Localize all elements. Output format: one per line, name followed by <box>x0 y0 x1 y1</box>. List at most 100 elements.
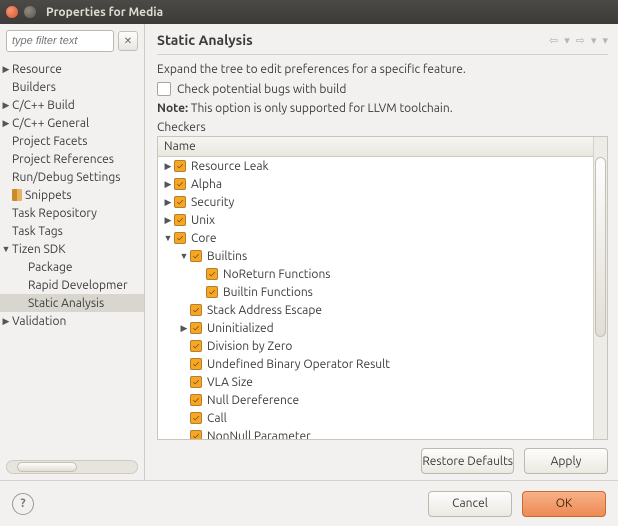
sidebar-item[interactable]: Project Facets <box>0 132 144 150</box>
sidebar-item[interactable]: Run/Debug Settings <box>0 168 144 186</box>
view-menu-icon[interactable]: ▾ <box>602 34 608 47</box>
checker-label: Undefined Binary Operator Result <box>207 358 390 371</box>
chevron-right-icon[interactable]: ▶ <box>162 179 174 190</box>
sidebar-item[interactable]: ▼Tizen SDK <box>0 240 144 258</box>
checker-checkbox[interactable]: ✓ <box>190 430 202 439</box>
checker-checkbox[interactable]: ✓ <box>174 232 186 244</box>
sidebar-item[interactable]: ▶C/C++ General <box>0 114 144 132</box>
titlebar: Properties for Media <box>0 0 618 24</box>
preference-tree[interactable]: ▶Resource Builders ▶C/C++ Build▶C/C++ Gene… <box>0 58 144 456</box>
sidebar-item-label: Builders <box>12 81 56 94</box>
minimize-icon[interactable] <box>24 6 36 18</box>
checker-checkbox[interactable]: ✓ <box>174 196 186 208</box>
chevron-right-icon[interactable]: ▶ <box>0 316 12 327</box>
forward-icon[interactable]: ⇨ <box>576 34 585 47</box>
checker-checkbox[interactable]: ✓ <box>206 286 218 298</box>
vertical-scrollbar[interactable] <box>593 137 607 439</box>
checker-row[interactable]: ✓Stack Address Escape <box>158 301 593 319</box>
chevron-right-icon[interactable]: ▶ <box>0 64 12 75</box>
sidebar-item-label: Run/Debug Settings <box>12 171 120 184</box>
chevron-down-icon[interactable]: ▼ <box>0 244 12 254</box>
checker-row[interactable]: ✓ Undefined Binary Operator Result <box>158 355 593 373</box>
checker-row[interactable]: ✓Builtin Functions <box>158 283 593 301</box>
restore-defaults-button[interactable]: Restore Defaults <box>421 448 514 474</box>
chevron-right-icon[interactable]: ▶ <box>162 197 174 208</box>
checker-row[interactable]: ▶✓Unix <box>158 211 593 229</box>
sidebar-item[interactable]: Static Analysis <box>0 294 144 312</box>
chevron-right-icon[interactable]: ▶ <box>178 323 190 334</box>
checker-checkbox[interactable]: ✓ <box>190 358 202 370</box>
column-header-name[interactable]: Name <box>158 137 593 157</box>
chevron-right-icon[interactable]: ▶ <box>162 161 174 172</box>
checker-checkbox[interactable]: ✓ <box>190 304 202 316</box>
chevron-down-icon[interactable]: ▼ <box>178 251 190 261</box>
checker-checkbox[interactable]: ✓ <box>190 250 202 262</box>
sidebar-item[interactable]: Package <box>0 258 144 276</box>
divider <box>157 54 608 55</box>
checker-row[interactable]: ✓Call <box>158 409 593 427</box>
sidebar-item[interactable]: Rapid Developmer <box>0 276 144 294</box>
sidebar-item[interactable]: Task Repository <box>0 204 144 222</box>
checker-checkbox[interactable]: ✓ <box>190 394 202 406</box>
checker-row[interactable]: ✓Null Dereference <box>158 391 593 409</box>
back-icon[interactable]: ⇦ <box>549 34 558 47</box>
checker-checkbox[interactable]: ✓ <box>174 160 186 172</box>
chevron-right-icon[interactable]: ▶ <box>0 100 12 111</box>
checkers-table: Name ▶✓Resource Leak▶✓Alpha▶✓Security▶✓U… <box>157 136 608 440</box>
sidebar-item[interactable]: Task Tags <box>0 222 144 240</box>
sidebar-item-label: Project References <box>12 153 114 166</box>
checker-checkbox[interactable]: ✓ <box>190 412 202 424</box>
horizontal-scrollbar[interactable] <box>6 460 138 474</box>
sidebar-item-label: Task Repository <box>12 207 97 220</box>
checker-label: Builtins <box>207 250 247 263</box>
ok-button[interactable]: OK <box>522 491 606 517</box>
checker-checkbox[interactable]: ✓ <box>190 376 202 388</box>
apply-button[interactable]: Apply <box>524 448 608 474</box>
sidebar-item-label: Task Tags <box>12 225 63 238</box>
sidebar-item-label: Package <box>28 261 73 274</box>
sidebar-item[interactable]: Builders <box>0 78 144 96</box>
checker-row[interactable]: ▶✓ Alpha <box>158 175 593 193</box>
forward-menu-icon[interactable]: ▾ <box>591 34 597 47</box>
checker-checkbox[interactable]: ✓ <box>174 214 186 226</box>
checker-row[interactable]: ▶✓ Uninitialized <box>158 319 593 337</box>
nav-icons: ⇦ ▾ ⇨ ▾ ▾ <box>549 34 608 47</box>
check-potential-bugs-checkbox[interactable] <box>157 82 171 96</box>
sidebar: ✕ ▶Resource Builders ▶C/C++ Build▶C/C++ Ge… <box>0 24 145 480</box>
checker-checkbox[interactable]: ✓ <box>190 322 202 334</box>
checker-checkbox[interactable]: ✓ <box>190 340 202 352</box>
checker-row[interactable]: ✓ NoReturn Functions <box>158 265 593 283</box>
checker-row[interactable]: ▼✓ Core <box>158 229 593 247</box>
close-icon[interactable] <box>6 6 18 18</box>
sidebar-item[interactable]: ▶C/C++ Build <box>0 96 144 114</box>
sidebar-item[interactable]: ▶Validation <box>0 312 144 330</box>
scrollbar-thumb[interactable] <box>17 462 77 472</box>
checker-row[interactable]: ✓VLA Size <box>158 373 593 391</box>
checker-checkbox[interactable]: ✓ <box>206 268 218 280</box>
checker-label: Uninitialized <box>207 322 274 335</box>
sidebar-item[interactable]: ▶Resource <box>0 60 144 78</box>
checker-row[interactable]: ▶✓Resource Leak <box>158 157 593 175</box>
help-button[interactable]: ? <box>12 493 34 515</box>
checker-checkbox[interactable]: ✓ <box>174 178 186 190</box>
chevron-right-icon[interactable]: ▶ <box>0 118 12 129</box>
window-title: Properties for Media <box>46 6 163 19</box>
cancel-button[interactable]: Cancel <box>428 491 512 517</box>
dialog-footer: ? Cancel OK <box>0 480 618 526</box>
filter-input[interactable] <box>6 30 114 52</box>
chevron-right-icon[interactable]: ▶ <box>162 215 174 226</box>
back-menu-icon[interactable]: ▾ <box>564 34 570 47</box>
clear-filter-button[interactable]: ✕ <box>118 31 138 51</box>
sidebar-item[interactable]: Project References <box>0 150 144 168</box>
checker-label: Core <box>191 232 217 245</box>
checker-row[interactable]: ✓Division by Zero <box>158 337 593 355</box>
checker-label: Alpha <box>191 178 222 191</box>
chevron-down-icon[interactable]: ▼ <box>162 233 174 243</box>
checker-row[interactable]: ▼✓ Builtins <box>158 247 593 265</box>
checker-row[interactable]: ▶✓Security <box>158 193 593 211</box>
checker-row[interactable]: ✓NonNull Parameter <box>158 427 593 439</box>
scrollbar-thumb[interactable] <box>595 157 606 337</box>
sidebar-item-label: Tizen SDK <box>12 243 66 256</box>
sidebar-item[interactable]: Snippets <box>0 186 144 204</box>
checker-label: NoReturn Functions <box>223 268 331 281</box>
